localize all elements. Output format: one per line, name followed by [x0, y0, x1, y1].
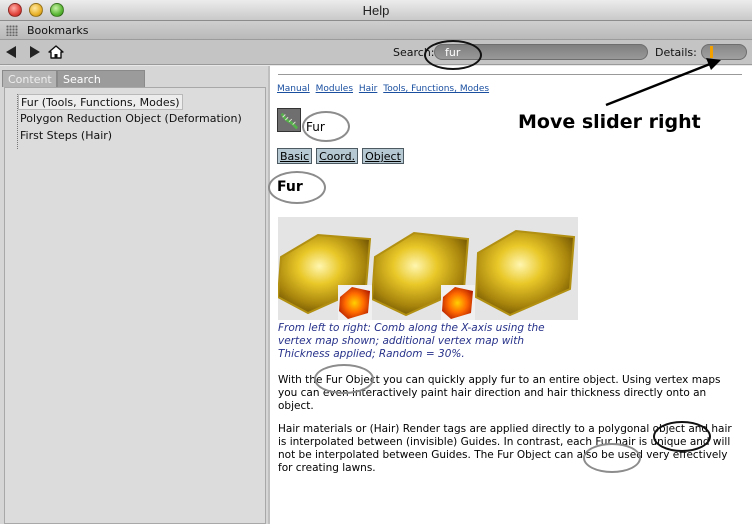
annotation-text: Move slider right	[518, 111, 701, 133]
annotation-arrow-icon	[605, 58, 721, 107]
